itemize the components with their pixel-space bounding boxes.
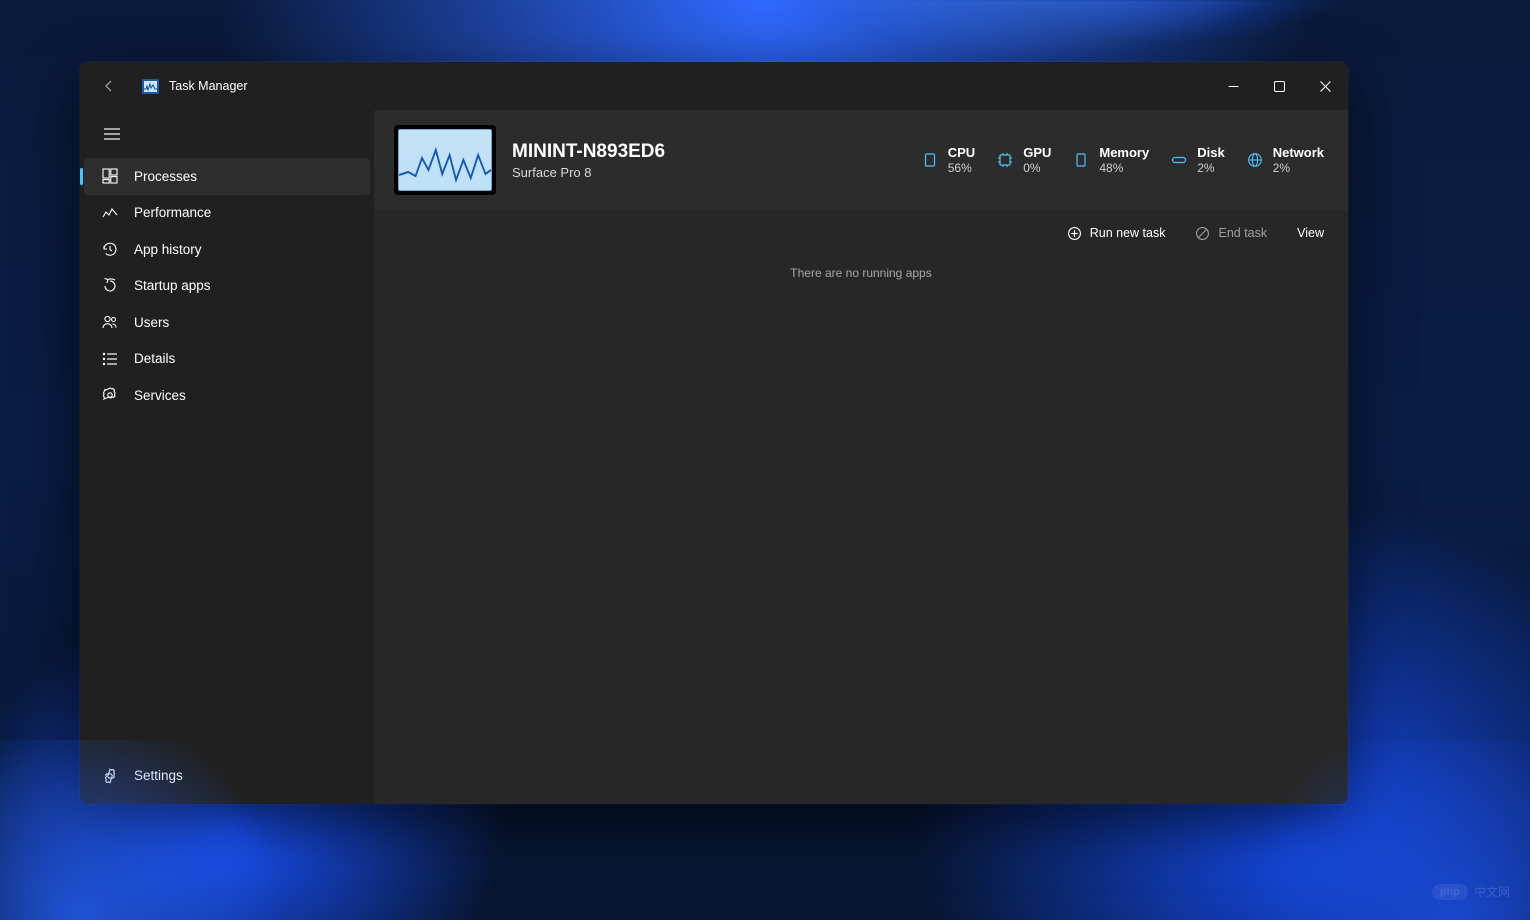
services-icon (102, 387, 118, 403)
stat-value: 2% (1197, 161, 1224, 175)
stat-label: CPU (948, 145, 975, 160)
sidebar-item-performance[interactable]: Performance (84, 195, 370, 232)
plus-circle-icon (1067, 226, 1082, 241)
sidebar: Processes Performance App history Startu… (80, 110, 374, 804)
stat-disk[interactable]: Disk 2% (1171, 145, 1224, 175)
watermark-cn: 中文网 (1474, 883, 1510, 900)
history-icon (102, 241, 118, 257)
prohibit-icon (1195, 226, 1210, 241)
stat-gpu[interactable]: GPU 0% (997, 145, 1051, 175)
empty-message: There are no running apps (790, 266, 931, 804)
network-icon (1247, 152, 1263, 168)
back-button[interactable] (94, 62, 124, 110)
sidebar-item-label: App history (134, 242, 202, 257)
button-label: End task (1218, 226, 1267, 240)
app-title: Task Manager (169, 79, 248, 93)
hamburger-button[interactable] (92, 116, 132, 152)
process-list: There are no running apps (374, 256, 1348, 804)
sidebar-item-processes[interactable]: Processes (84, 158, 370, 195)
close-button[interactable] (1302, 62, 1348, 110)
button-label: Run new task (1090, 226, 1166, 240)
close-icon (1320, 81, 1331, 92)
minimize-icon (1228, 81, 1239, 92)
task-manager-window: Task Manager Processes (80, 62, 1348, 804)
stat-label: Memory (1099, 145, 1149, 160)
sidebar-item-users[interactable]: Users (84, 304, 370, 341)
view-button[interactable]: View (1291, 216, 1330, 250)
sidebar-item-label: Settings (134, 768, 183, 783)
sidebar-item-details[interactable]: Details (84, 341, 370, 378)
watermark-php: php (1432, 884, 1468, 900)
sidebar-item-label: Startup apps (134, 278, 211, 293)
cpu-icon (922, 152, 938, 168)
users-icon (102, 314, 118, 330)
sidebar-item-label: Users (134, 315, 169, 330)
processes-icon (102, 168, 118, 184)
machine-name: MININT-N893ED6 (512, 141, 665, 163)
startup-icon (102, 278, 118, 294)
stat-value: 0% (1023, 161, 1051, 175)
sidebar-item-settings[interactable]: Settings (84, 758, 370, 795)
stat-value: 56% (948, 161, 975, 175)
sidebar-item-label: Details (134, 351, 175, 366)
desktop-wallpaper: Task Manager Processes (0, 0, 1530, 920)
sidebar-item-label: Performance (134, 205, 211, 220)
sidebar-item-startup-apps[interactable]: Startup apps (84, 268, 370, 305)
watermark: php 中文网 (1432, 883, 1510, 900)
sidebar-item-app-history[interactable]: App history (84, 231, 370, 268)
button-label: View (1297, 226, 1324, 240)
maximize-icon (1274, 81, 1285, 92)
end-task-button[interactable]: End task (1189, 216, 1273, 250)
back-arrow-icon (101, 78, 117, 94)
main-panel: MININT-N893ED6 Surface Pro 8 CPU 56% (374, 110, 1348, 804)
device-model: Surface Pro 8 (512, 165, 665, 180)
stat-label: GPU (1023, 145, 1051, 160)
details-icon (102, 351, 118, 367)
sidebar-item-label: Processes (134, 169, 197, 184)
sidebar-item-services[interactable]: Services (84, 377, 370, 414)
hamburger-icon (104, 128, 120, 140)
perf-thumbnail (394, 125, 496, 195)
summary-header: MININT-N893ED6 Surface Pro 8 CPU 56% (374, 110, 1348, 210)
stat-label: Network (1273, 145, 1324, 160)
titlebar: Task Manager (80, 62, 1348, 110)
sidebar-item-label: Services (134, 388, 186, 403)
stat-cpu[interactable]: CPU 56% (922, 145, 975, 175)
stat-value: 2% (1273, 161, 1324, 175)
gpu-icon (997, 152, 1013, 168)
maximize-button[interactable] (1256, 62, 1302, 110)
app-icon (142, 79, 159, 94)
disk-icon (1171, 152, 1187, 168)
settings-icon (102, 768, 118, 784)
memory-icon (1073, 152, 1089, 168)
stat-network[interactable]: Network 2% (1247, 145, 1324, 175)
stat-label: Disk (1197, 145, 1224, 160)
toolbar: Run new task End task View (374, 210, 1348, 256)
run-new-task-button[interactable]: Run new task (1061, 216, 1172, 250)
stat-memory[interactable]: Memory 48% (1073, 145, 1149, 175)
stat-value: 48% (1099, 161, 1149, 175)
performance-icon (102, 205, 118, 221)
minimize-button[interactable] (1210, 62, 1256, 110)
